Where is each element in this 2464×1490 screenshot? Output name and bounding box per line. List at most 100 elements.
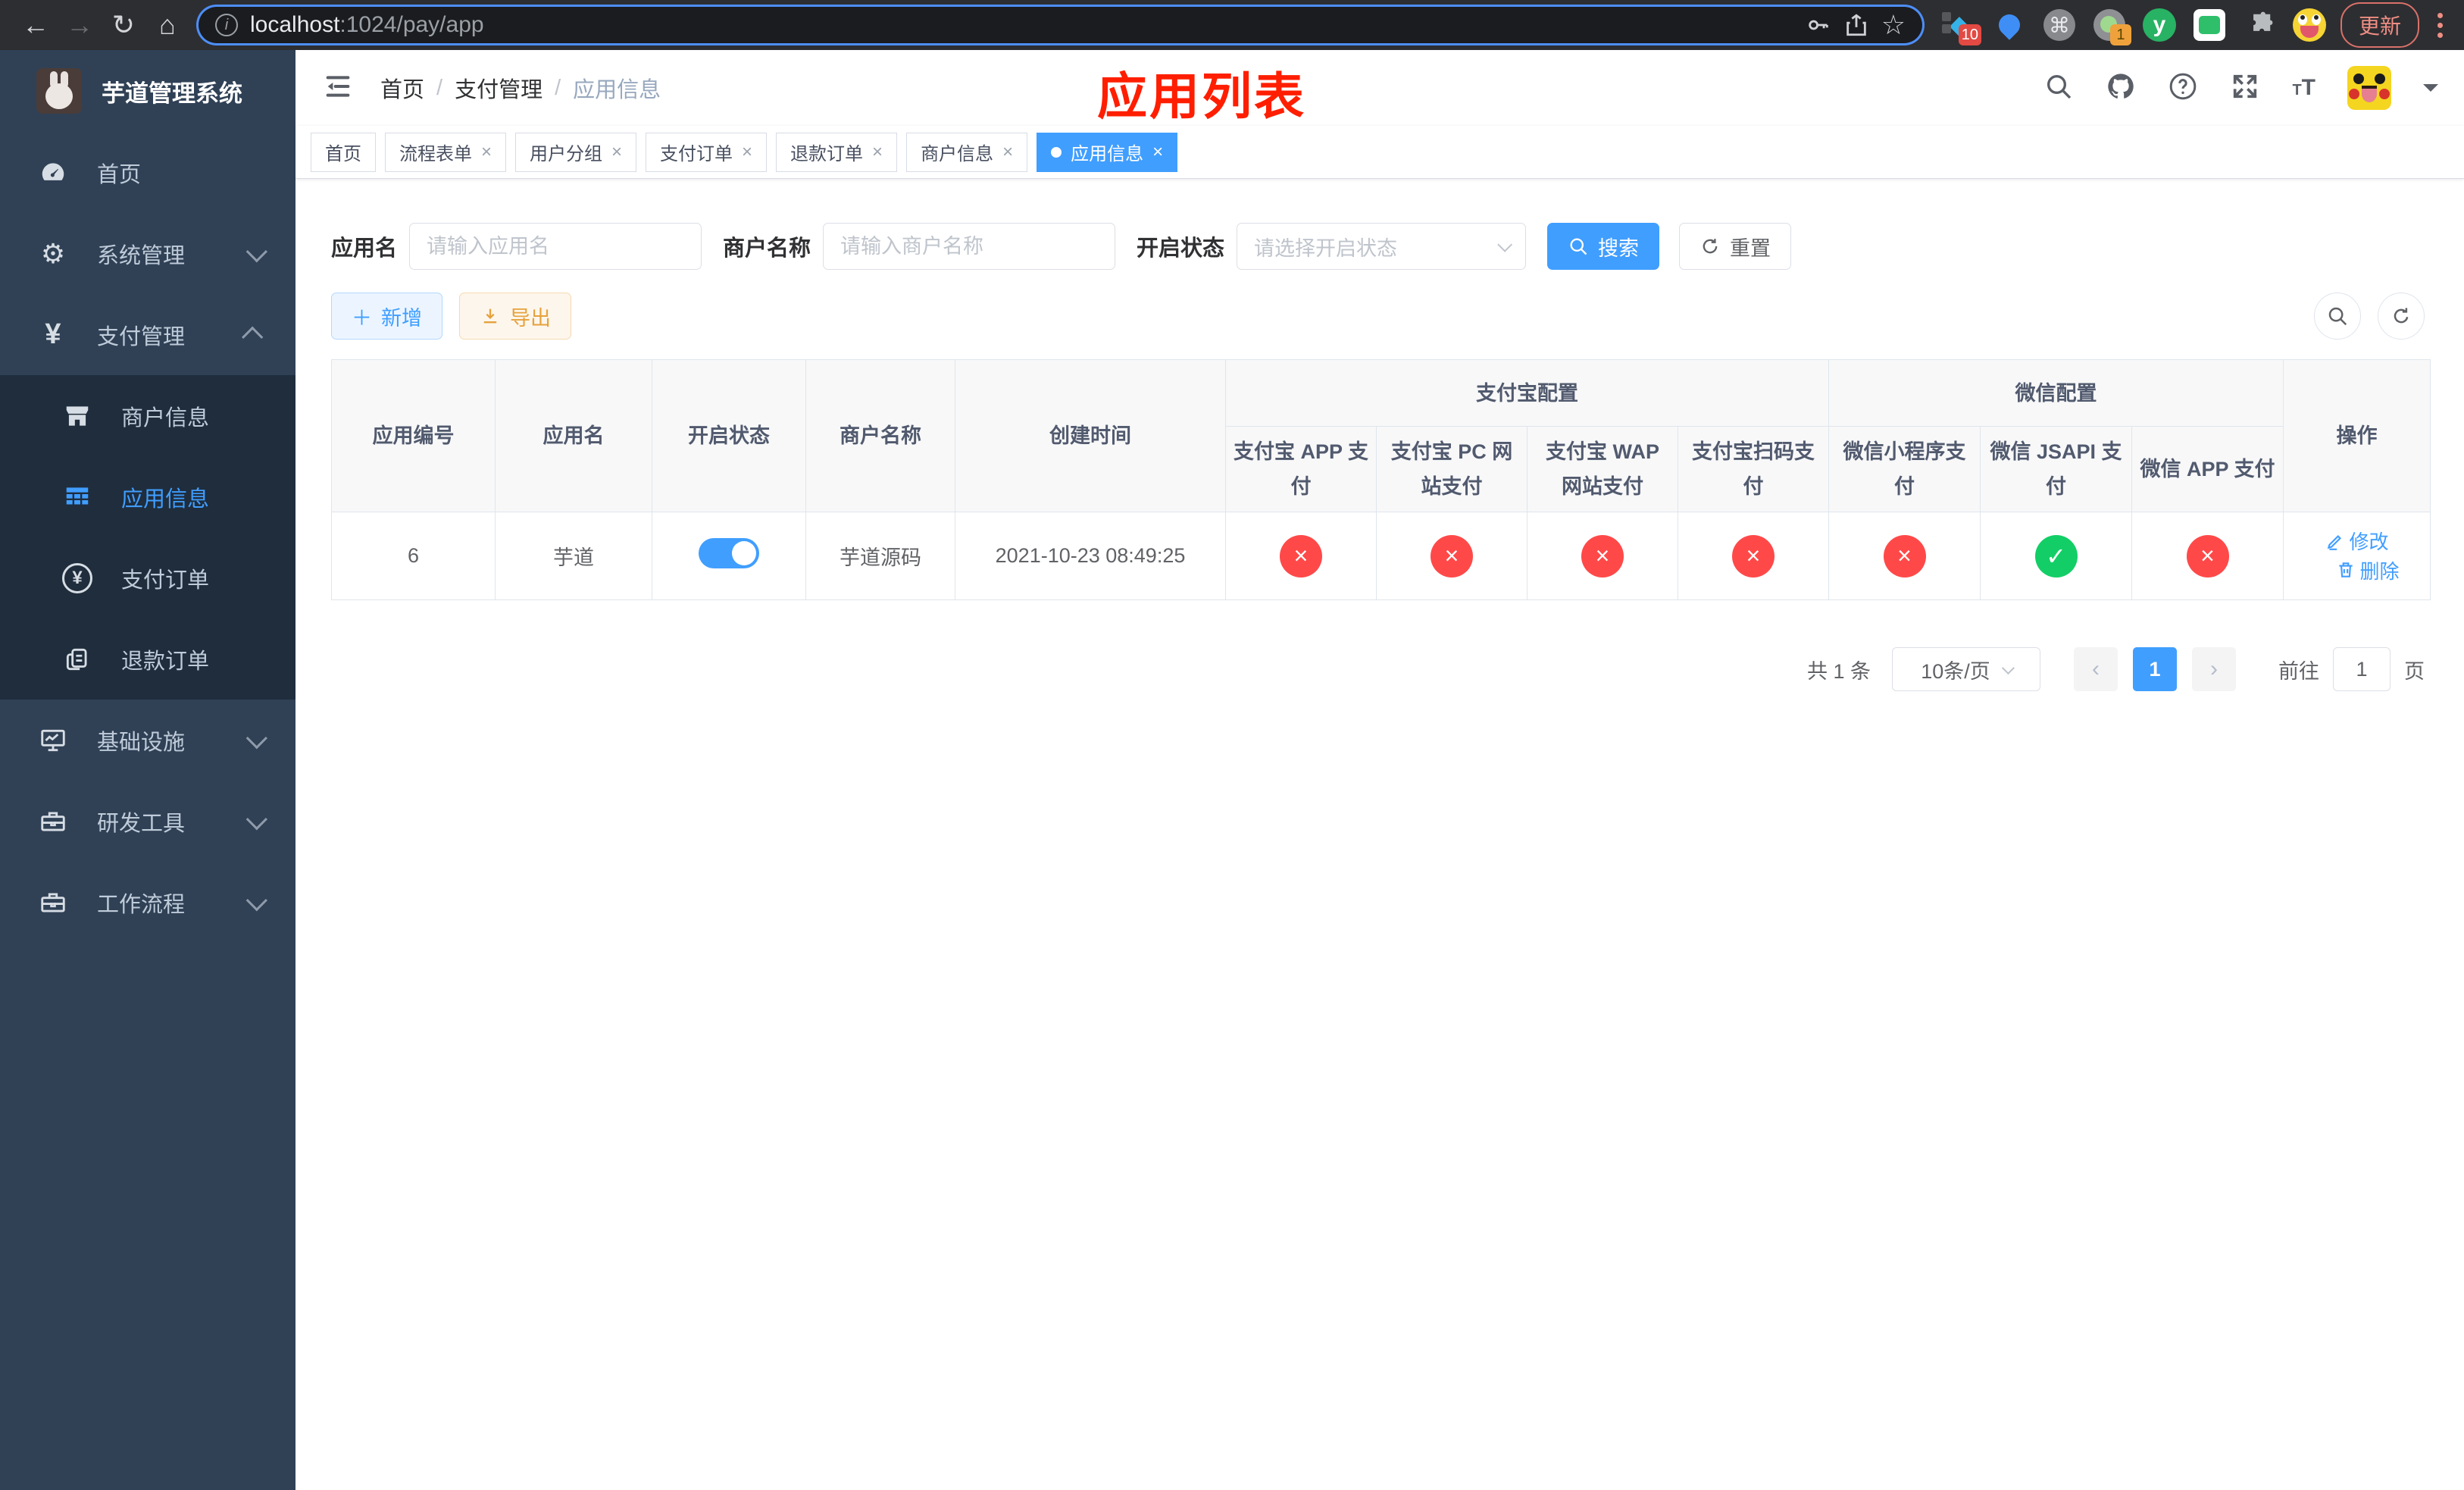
search-icon (1570, 238, 1587, 255)
sidebar-item-pay-order[interactable]: ¥ 支付订单 (0, 537, 295, 618)
status-cross-icon[interactable] (1581, 534, 1624, 578)
chevron-down-icon (245, 889, 267, 911)
enabled-toggle[interactable] (699, 538, 759, 568)
sidebar-item-label: 商户信息 (121, 405, 210, 430)
export-button[interactable]: 导出 (459, 293, 571, 340)
status-cross-icon[interactable] (1431, 534, 1473, 578)
tab-process-form[interactable]: 流程表单 × (385, 132, 507, 172)
tab-close-icon[interactable]: × (1152, 142, 1163, 163)
delete-link[interactable]: 删除 (2336, 556, 2400, 584)
browser-update-button[interactable]: 更新 (2340, 2, 2419, 48)
extension-pin-icon[interactable] (1992, 8, 2027, 42)
password-key-icon[interactable] (1806, 12, 1831, 38)
refresh-table-button[interactable] (2378, 293, 2425, 340)
reset-button[interactable]: 重置 (1679, 223, 1792, 270)
sidebar-item-merchant-info[interactable]: 商户信息 (0, 375, 295, 456)
extension-emoji-icon[interactable] (2292, 8, 2327, 42)
chevron-down-icon (245, 727, 267, 749)
header-search-icon[interactable] (2043, 71, 2074, 105)
tab-close-icon[interactable]: × (1002, 142, 1013, 163)
app-name-input[interactable] (409, 223, 702, 270)
breadcrumb-pay[interactable]: 支付管理 (455, 72, 543, 104)
breadcrumb-separator: / (436, 75, 443, 100)
edit-link[interactable]: 修改 (2325, 527, 2389, 555)
tab-close-icon[interactable]: × (481, 142, 492, 163)
prev-page-button[interactable]: ‹ (2074, 647, 2118, 691)
extension-recorder-icon[interactable]: 1 (2092, 8, 2131, 45)
breadcrumb-current: 应用信息 (573, 78, 661, 102)
status-cross-icon[interactable] (1732, 534, 1775, 578)
search-button[interactable]: 搜索 (1547, 223, 1660, 270)
goto-unit-label: 页 (2404, 659, 2425, 683)
extension-diamond-icon[interactable]: ◆ 10 (1941, 8, 1981, 45)
sidebar-item-home[interactable]: 首页 (0, 132, 295, 213)
browser-forward-icon[interactable]: → (58, 3, 102, 47)
tab-refund-order[interactable]: 退款订单 × (776, 132, 898, 172)
breadcrumb-home[interactable]: 首页 (380, 72, 424, 104)
browser-menu-icon[interactable] (2430, 8, 2450, 42)
extension-badge-10: 10 (1958, 24, 1981, 45)
trash-icon (2338, 562, 2353, 578)
tab-close-icon[interactable]: × (742, 142, 752, 163)
extension-y-icon[interactable]: y (2142, 8, 2177, 42)
extension-chat-icon[interactable] (2192, 8, 2227, 42)
tab-close-icon[interactable]: × (611, 142, 622, 163)
font-size-icon[interactable]: TT (2292, 75, 2315, 101)
page-number-1[interactable]: 1 (2133, 647, 2177, 691)
status-select[interactable]: 请选择开启状态 (1237, 223, 1527, 270)
col-wechat-app: 微信 APP 支付 (2131, 426, 2284, 512)
page-size-select[interactable]: 10条/页 (1892, 647, 2040, 691)
user-avatar[interactable] (2347, 66, 2391, 110)
extension-command-icon[interactable]: ⌘ (2042, 8, 2077, 42)
sidebar-item-system[interactable]: ⚙ 系统管理 (0, 213, 295, 294)
status-cross-icon[interactable] (1280, 534, 1322, 578)
share-icon[interactable] (1843, 12, 1869, 38)
sidebar-item-workflow[interactable]: 工作流程 (0, 862, 295, 943)
pay-submenu: 商户信息 应用信息 ¥ 支付订单 退款订单 (0, 375, 295, 700)
sidebar-item-refund-order[interactable]: 退款订单 (0, 618, 295, 700)
sidebar-item-pay[interactable]: ¥ 支付管理 (0, 294, 295, 375)
col-merchant: 商户名称 (805, 359, 955, 512)
bookmark-star-icon[interactable]: ☆ (1881, 9, 1906, 41)
url-text[interactable]: localhost:1024/pay/app (250, 12, 484, 38)
sidebar-item-app-info[interactable]: 应用信息 (0, 456, 295, 537)
app-title: 芋道管理系统 (102, 80, 242, 107)
cell-operations: 修改 删除 (2283, 512, 2431, 600)
tab-label: 退款订单 (790, 144, 864, 164)
main-area: 应用列表 首页 / 支付管理 / 应用信息 TT 首页 流程表单 × 用户分组 … (295, 50, 2464, 1490)
status-cross-icon[interactable] (2186, 534, 2229, 578)
status-cross-icon[interactable] (1883, 534, 1926, 578)
extensions-puzzle-icon[interactable] (2242, 8, 2277, 42)
sidebar-item-devtools[interactable]: 研发工具 (0, 781, 295, 862)
next-page-button[interactable]: › (2192, 647, 2236, 691)
add-button[interactable]: ＋ 新增 (331, 293, 442, 340)
tab-pay-order[interactable]: 支付订单 × (646, 132, 768, 172)
browser-reload-icon[interactable]: ↻ (102, 3, 145, 47)
site-info-icon[interactable]: i (215, 14, 238, 36)
tab-app-info[interactable]: 应用信息 × (1037, 132, 1178, 172)
tab-home[interactable]: 首页 (311, 132, 376, 172)
toggle-search-button[interactable] (2314, 293, 2361, 340)
browser-back-icon[interactable]: ← (14, 3, 58, 47)
tab-close-icon[interactable]: × (872, 142, 883, 163)
status-check-icon[interactable] (2034, 534, 2078, 578)
sidebar-logo[interactable]: 芋道管理系统 (0, 50, 295, 132)
status-label: 开启状态 (1137, 236, 1225, 261)
url-host: localhost (250, 12, 340, 37)
address-bar[interactable]: i localhost:1024/pay/app ☆ (199, 7, 1922, 43)
merchant-name-input[interactable] (823, 223, 1116, 270)
avatar-caret-icon[interactable] (2423, 84, 2438, 99)
tab-user-group[interactable]: 用户分组 × (515, 132, 637, 172)
goto-page-input[interactable] (2333, 647, 2391, 691)
cell-status (652, 512, 806, 600)
tab-merchant-info[interactable]: 商户信息 × (906, 132, 1028, 172)
chevron-down-icon (245, 808, 267, 830)
help-icon[interactable] (2168, 71, 2198, 105)
app-window: 芋道管理系统 首页 ⚙ 系统管理 ¥ 支付管理 商户信息 应用信息 ¥ 支付订单… (0, 50, 2464, 1490)
sidebar-toggle-icon[interactable] (321, 71, 355, 105)
github-icon[interactable] (2106, 71, 2136, 105)
browser-home-icon[interactable]: ⌂ (145, 3, 189, 47)
fullscreen-icon[interactable] (2230, 71, 2260, 105)
col-status: 开启状态 (652, 359, 806, 512)
sidebar-item-infra[interactable]: 基础设施 (0, 700, 295, 781)
